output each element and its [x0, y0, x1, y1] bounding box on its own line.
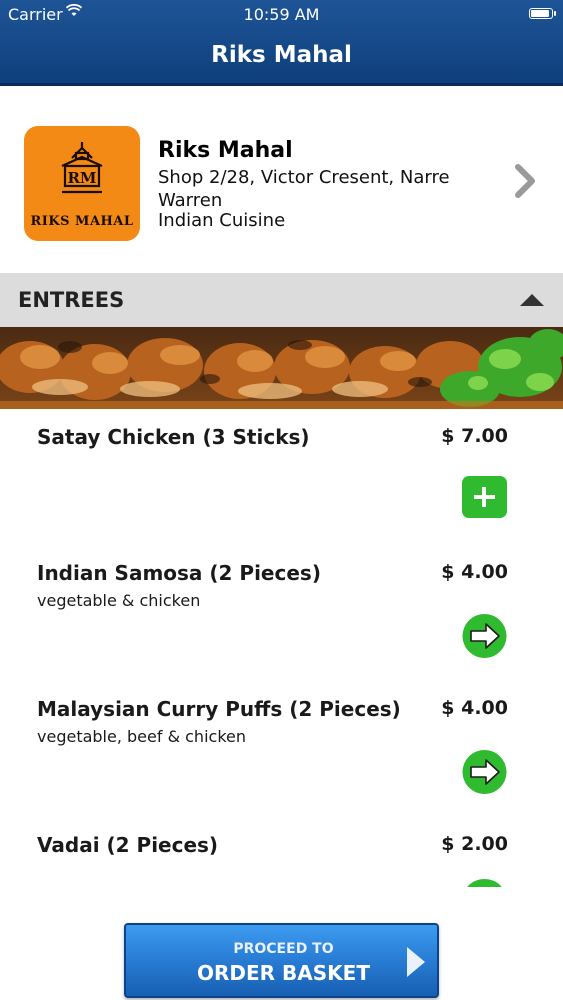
navigation-bar: Carrier 10:59 AM Riks Mahal	[0, 0, 563, 86]
order-button-label: ORDER BASKET	[197, 961, 370, 985]
chevron-up-icon[interactable]	[519, 291, 545, 307]
page-title: Riks Mahal	[211, 42, 352, 68]
arrow-right-icon[interactable]	[462, 750, 507, 794]
logo-text: RIKS MAHAL	[30, 214, 134, 229]
clock: 10:59 AM	[243, 5, 320, 24]
restaurant-address: Shop 2/28, Victor Cresent, Narre Warren	[158, 167, 450, 211]
menu-item-price: $ 2.00	[441, 833, 508, 855]
menu-item-name: Indian Samosa (2 Pieces)	[37, 561, 321, 585]
restaurant-info-card[interactable]: RM RIKS MAHAL Riks Mahal Shop 2/28, Vict…	[0, 86, 563, 273]
section-header-entrees[interactable]: ENTREES	[0, 273, 563, 327]
section-banner-image	[0, 327, 563, 409]
restaurant-cuisine: Indian Cuisine	[158, 210, 286, 231]
menu-item-description: vegetable & chicken	[37, 591, 201, 610]
menu-item-price: $ 4.00	[441, 697, 508, 719]
proceed-to-order-basket-button[interactable]: PROCEED TO ORDER BASKET	[124, 923, 439, 998]
menu-item-name: Satay Chicken (3 Sticks)	[37, 425, 310, 449]
arrow-right-icon[interactable]	[462, 879, 507, 887]
add-to-basket-button[interactable]	[462, 476, 507, 518]
restaurant-logo: RM RIKS MAHAL	[24, 126, 140, 241]
menu-item-price: $ 7.00	[441, 425, 508, 447]
menu-item-price: $ 4.00	[441, 561, 508, 583]
menu-item-description: vegetable, beef & chicken	[37, 727, 246, 746]
play-arrow-icon	[407, 947, 425, 977]
chevron-right-icon[interactable]	[514, 164, 538, 198]
logo-monogram: RM	[67, 169, 96, 187]
status-bar: Carrier 10:59 AM	[0, 0, 563, 30]
menu-item-name: Vadai (2 Pieces)	[37, 833, 219, 857]
menu-item-name: Malaysian Curry Puffs (2 Pieces)	[37, 697, 401, 721]
building-icon: RM	[61, 142, 103, 194]
section-title: ENTREES	[18, 288, 125, 312]
arrow-right-icon[interactable]	[462, 614, 507, 658]
restaurant-name: Riks Mahal	[158, 138, 293, 163]
battery-icon	[529, 8, 556, 19]
order-button-subtitle: PROCEED TO	[233, 941, 334, 957]
